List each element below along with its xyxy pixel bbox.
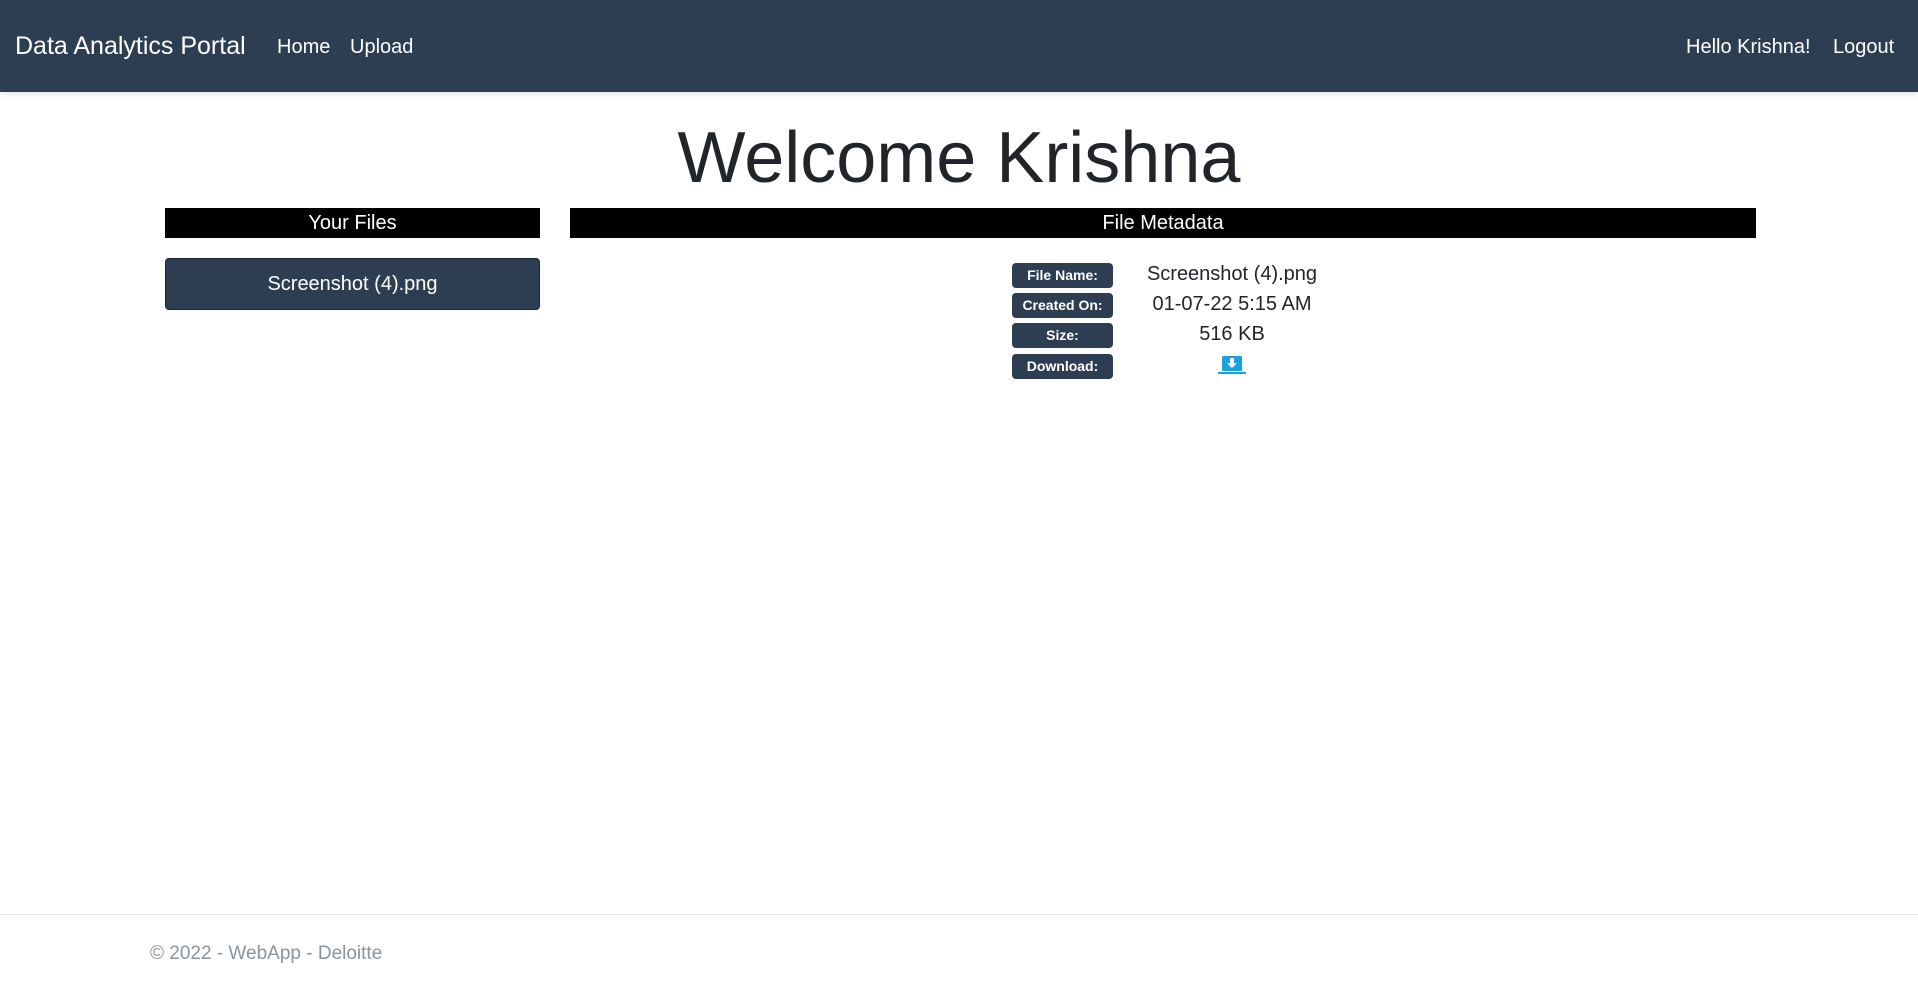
page: Data Analytics Portal Home Upload Hello … bbox=[0, 0, 1918, 983]
logout-link[interactable]: Logout bbox=[1833, 35, 1894, 59]
footer-divider bbox=[0, 914, 1918, 915]
download-button[interactable] bbox=[1218, 355, 1246, 375]
nav-upload-link[interactable]: Upload bbox=[350, 35, 413, 59]
size-value: 516 KB bbox=[1199, 323, 1265, 345]
user-greeting-link[interactable]: Hello Krishna! bbox=[1686, 35, 1811, 59]
file-item-button[interactable]: Screenshot (4).png bbox=[165, 258, 540, 310]
file-name-label: File Name: bbox=[1012, 263, 1113, 288]
page-title: Welcome Krishna bbox=[677, 118, 1241, 198]
download-label: Download: bbox=[1012, 354, 1113, 379]
size-label: Size: bbox=[1012, 323, 1113, 348]
file-name-value: Screenshot (4).png bbox=[1146, 263, 1318, 285]
top-navbar: Data Analytics Portal Home Upload Hello … bbox=[0, 0, 1918, 92]
file-metadata-header: File Metadata bbox=[570, 208, 1756, 238]
your-files-header: Your Files bbox=[165, 208, 540, 238]
created-on-value: 01-07-22 5:15 AM bbox=[1152, 293, 1312, 315]
created-on-label: Created On: bbox=[1012, 293, 1113, 318]
download-arrow-icon bbox=[1218, 356, 1246, 374]
brand-link[interactable]: Data Analytics Portal bbox=[15, 30, 246, 62]
footer-copyright: © 2022 - WebApp - Deloitte bbox=[150, 943, 383, 964]
nav-home-link[interactable]: Home bbox=[277, 35, 330, 59]
